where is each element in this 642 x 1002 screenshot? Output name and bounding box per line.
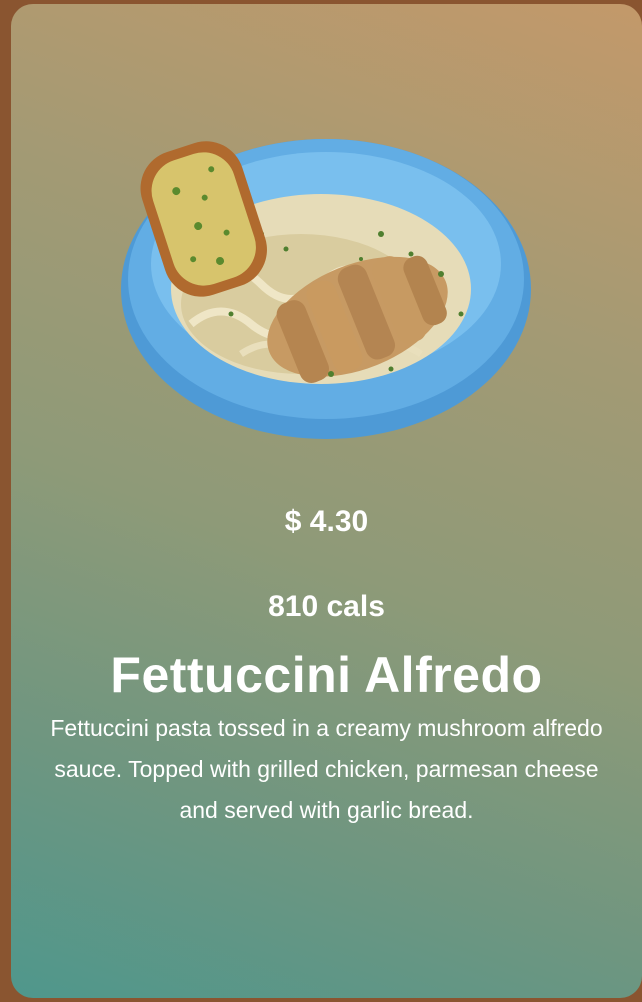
item-price: $ 4.30 <box>284 505 369 538</box>
pasta-bowl-icon <box>121 139 531 439</box>
menu-item-card[interactable]: $ 4.30 810 cals Fettuccini Alfredo Fettu… <box>11 4 642 998</box>
item-title: Fettuccini Alfredo <box>110 647 543 703</box>
item-description: Fettuccini pasta tossed in a creamy mush… <box>50 715 603 823</box>
item-calories: 810 cals <box>268 590 385 623</box>
